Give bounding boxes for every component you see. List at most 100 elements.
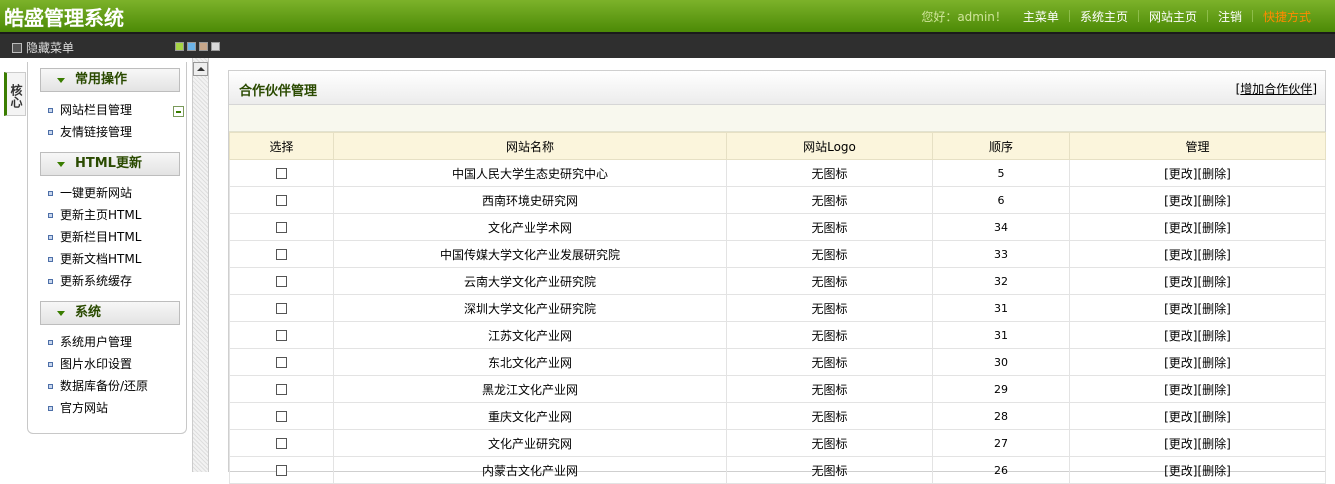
delete-link[interactable]: [删除] xyxy=(1198,275,1231,289)
menu-item-watermark[interactable]: 图片水印设置 xyxy=(48,355,132,373)
bullet-icon xyxy=(48,279,53,284)
row-checkbox[interactable] xyxy=(276,276,287,287)
delete-link[interactable]: [删除] xyxy=(1198,437,1231,451)
site-logo: 无图标 xyxy=(726,294,933,322)
menu-icon xyxy=(12,42,22,53)
delete-link[interactable]: [删除] xyxy=(1198,248,1231,262)
row-checkbox[interactable] xyxy=(276,249,287,260)
delete-link[interactable]: [删除] xyxy=(1198,329,1231,343)
edit-link[interactable]: [更改] xyxy=(1164,356,1197,370)
edit-link[interactable]: [更改] xyxy=(1164,248,1197,262)
edit-link[interactable]: [更改] xyxy=(1164,329,1197,343)
sort-order: 27 xyxy=(932,429,1070,457)
toolbar-spacer xyxy=(229,105,1325,132)
table-row: 西南环境史研究网 无图标 6 [更改][删除] xyxy=(229,186,1326,214)
bullet-icon xyxy=(48,191,53,196)
skin-swatch-blue[interactable] xyxy=(187,42,196,51)
bullet-icon xyxy=(48,108,53,113)
toolbar: 隐藏菜单 xyxy=(0,32,1335,58)
menu-item-update-column[interactable]: 更新栏目HTML xyxy=(48,228,141,246)
menu-group-html[interactable]: HTML更新 xyxy=(40,152,180,176)
sort-order: 34 xyxy=(932,213,1070,241)
site-name: 中国人民大学生态史研究中心 xyxy=(333,159,727,187)
scroll-up-button[interactable] xyxy=(193,62,208,76)
menu-item-db-backup[interactable]: 数据库备份/还原 xyxy=(48,377,148,395)
chevron-down-icon xyxy=(57,78,65,83)
row-checkbox[interactable] xyxy=(276,195,287,206)
nav-quick-link[interactable]: 快捷方式 xyxy=(1253,8,1311,25)
bullet-icon xyxy=(48,384,53,389)
delete-link[interactable]: [删除] xyxy=(1198,410,1231,424)
site-logo: 无图标 xyxy=(726,186,933,214)
row-checkbox[interactable] xyxy=(276,330,287,341)
menu-item-label: 更新文档HTML xyxy=(60,252,142,266)
table-row: 中国传媒大学文化产业发展研究院 无图标 33 [更改][删除] xyxy=(229,240,1326,268)
edit-link[interactable]: [更改] xyxy=(1164,221,1197,235)
manage-cell: [更改][删除] xyxy=(1069,375,1326,403)
select-cell xyxy=(229,375,334,403)
add-partner-wrapper: [增加合作伙伴] xyxy=(1236,80,1317,97)
delete-link[interactable]: [删除] xyxy=(1198,356,1231,370)
edit-link[interactable]: [更改] xyxy=(1164,275,1197,289)
manage-cell: [更改][删除] xyxy=(1069,321,1326,349)
row-checkbox[interactable] xyxy=(276,168,287,179)
menu-item-friend-links[interactable]: 友情链接管理 xyxy=(48,123,132,141)
edit-link[interactable]: [更改] xyxy=(1164,437,1197,451)
menu-group-system[interactable]: 系统 xyxy=(40,301,180,325)
menu-item-update-doc[interactable]: 更新文档HTML xyxy=(48,250,141,268)
hide-menu-button[interactable]: 隐藏菜单 xyxy=(12,39,74,56)
menu-item-users[interactable]: 系统用户管理 xyxy=(48,333,132,351)
sort-order: 5 xyxy=(932,159,1070,187)
site-logo: 无图标 xyxy=(726,348,933,376)
nav-system-home[interactable]: 系统主页 xyxy=(1070,8,1138,25)
nav-main-menu[interactable]: 主菜单 xyxy=(1013,8,1069,25)
delete-link[interactable]: [删除] xyxy=(1198,302,1231,316)
skin-swatch-brown[interactable] xyxy=(199,42,208,51)
sort-order: 32 xyxy=(932,267,1070,295)
row-checkbox[interactable] xyxy=(276,465,287,476)
row-checkbox[interactable] xyxy=(276,222,287,233)
skin-switcher xyxy=(175,42,220,51)
delete-link[interactable]: [删除] xyxy=(1198,167,1231,181)
site-name: 黑龙江文化产业网 xyxy=(333,375,727,403)
bullet-icon xyxy=(48,130,53,135)
menu-group-title: HTML更新 xyxy=(75,156,142,171)
delete-link[interactable]: [删除] xyxy=(1198,221,1231,235)
menu-group-common[interactable]: 常用操作 xyxy=(40,68,180,92)
manage-cell: [更改][删除] xyxy=(1069,159,1326,187)
add-column-icon[interactable] xyxy=(173,106,184,117)
row-checkbox[interactable] xyxy=(276,357,287,368)
edit-link[interactable]: [更改] xyxy=(1164,410,1197,424)
site-name: 文化产业研究网 xyxy=(333,429,727,457)
manage-cell: [更改][删除] xyxy=(1069,186,1326,214)
edit-link[interactable]: [更改] xyxy=(1164,302,1197,316)
skin-swatch-green[interactable] xyxy=(175,42,184,51)
row-checkbox[interactable] xyxy=(276,411,287,422)
edit-link[interactable]: [更改] xyxy=(1164,167,1197,181)
side-tab-core[interactable]: 核心 xyxy=(4,72,26,116)
add-partner-link[interactable]: 增加合作伙伴 xyxy=(1240,82,1312,96)
edit-link[interactable]: [更改] xyxy=(1164,464,1197,478)
edit-link[interactable]: [更改] xyxy=(1164,194,1197,208)
row-checkbox[interactable] xyxy=(276,303,287,314)
menu-item-update-site[interactable]: 一键更新网站 xyxy=(48,184,132,202)
nav-site-home[interactable]: 网站主页 xyxy=(1139,8,1207,25)
delete-link[interactable]: [删除] xyxy=(1198,194,1231,208)
delete-link[interactable]: [删除] xyxy=(1198,383,1231,397)
top-nav: 您好：admin！ 主菜单 系统主页 网站主页 注销 快捷方式 xyxy=(921,0,1311,32)
menu-item-update-home[interactable]: 更新主页HTML xyxy=(48,206,141,224)
site-name: 文化产业学术网 xyxy=(333,213,727,241)
col-header-order: 顺序 xyxy=(932,132,1070,160)
menu-item-update-cache[interactable]: 更新系统缓存 xyxy=(48,272,132,290)
edit-link[interactable]: [更改] xyxy=(1164,383,1197,397)
frame-splitter[interactable] xyxy=(192,58,209,472)
site-logo: 无图标 xyxy=(726,321,933,349)
nav-logout[interactable]: 注销 xyxy=(1208,8,1252,25)
skin-swatch-gray[interactable] xyxy=(211,42,220,51)
row-checkbox[interactable] xyxy=(276,384,287,395)
menu-item-column-manage[interactable]: 网站栏目管理 xyxy=(48,101,132,119)
delete-link[interactable]: [删除] xyxy=(1198,464,1231,478)
menu-item-official-site[interactable]: 官方网站 xyxy=(48,399,108,417)
row-checkbox[interactable] xyxy=(276,438,287,449)
manage-cell: [更改][删除] xyxy=(1069,294,1326,322)
